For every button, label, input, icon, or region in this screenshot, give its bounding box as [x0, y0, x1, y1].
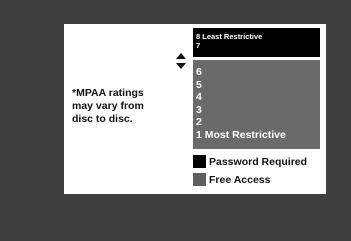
legend-label: Free Access	[209, 173, 271, 186]
note-line: disc to disc.	[72, 113, 133, 125]
rating-option-1[interactable]: 1 Most Restrictive	[196, 129, 317, 142]
rating-option-7[interactable]: 7	[196, 41, 317, 50]
mpaa-note: *MPAA ratings may vary from disc to disc…	[72, 87, 172, 126]
parental-control-panel: *MPAA ratings may vary from disc to disc…	[64, 24, 326, 194]
rating-option-4[interactable]: 4	[196, 91, 317, 104]
password-required-swatch	[193, 155, 206, 168]
legend-password-required: Password Required	[193, 155, 307, 168]
rating-level-list: 6 5 4 3 2 1 Most Restrictive	[193, 60, 320, 149]
rating-option-2[interactable]: 2	[196, 116, 317, 129]
rating-option-3[interactable]: 3	[196, 104, 317, 117]
up-down-arrows-icon[interactable]	[176, 53, 186, 69]
note-line: may vary from	[72, 100, 144, 112]
screen-background: *MPAA ratings may vary from disc to disc…	[0, 0, 351, 241]
rating-option-8[interactable]: 8 Least Restrictive	[196, 32, 317, 41]
note-line: *MPAA ratings	[72, 87, 144, 99]
rating-option-5[interactable]: 5	[196, 79, 317, 92]
free-access-swatch	[193, 173, 206, 186]
legend-free-access: Free Access	[193, 173, 271, 186]
rating-option-6[interactable]: 6	[196, 66, 317, 79]
rating-selection-highlight[interactable]: 8 Least Restrictive 7	[193, 28, 320, 57]
legend-label: Password Required	[209, 155, 308, 168]
